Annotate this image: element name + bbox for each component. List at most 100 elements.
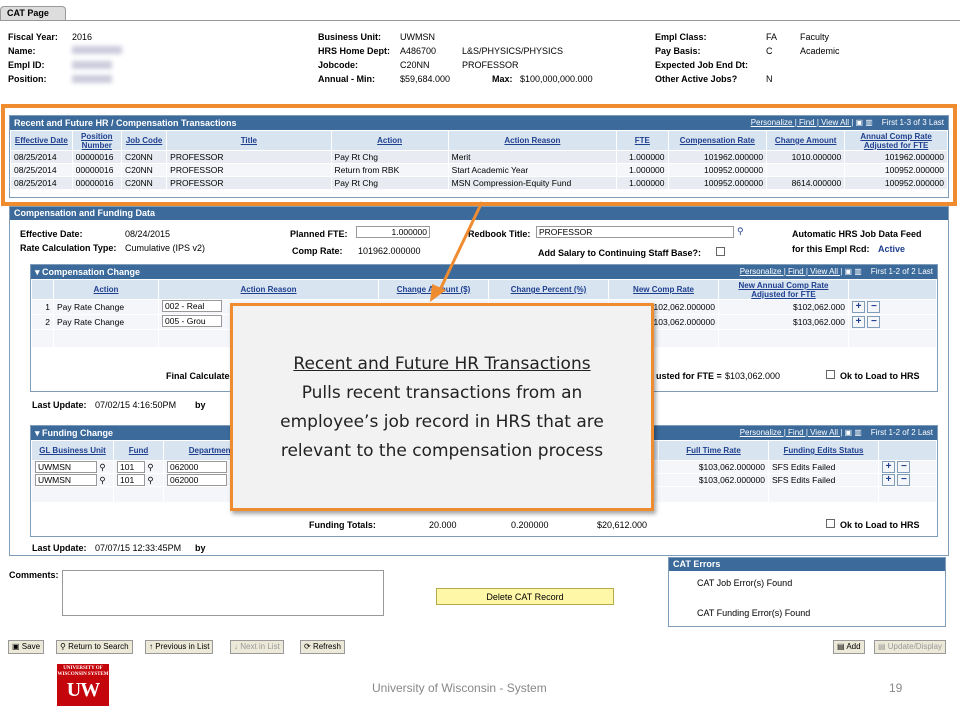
action-cell: Pay Rate Change bbox=[53, 314, 159, 330]
last-update-value: 07/07/15 12:33:45PM bbox=[95, 543, 182, 553]
add-row-icon[interactable]: + bbox=[852, 316, 865, 328]
search-icon[interactable]: ⚲ bbox=[147, 462, 153, 472]
ok-load-checkbox[interactable] bbox=[826, 369, 835, 380]
pay-basis-name: Academic bbox=[800, 46, 840, 56]
refresh-label: Refresh bbox=[312, 642, 341, 651]
add-remove-header bbox=[848, 279, 937, 300]
col-header[interactable]: New Annual Comp Rate Adjusted for FTE bbox=[718, 279, 849, 300]
funding-change-nav[interactable]: First 1-2 of 2 Last bbox=[871, 428, 933, 437]
refresh-button[interactable]: ⟳ Refresh bbox=[300, 640, 345, 654]
page-number: 19 bbox=[889, 681, 903, 695]
highlight-box bbox=[1, 104, 957, 206]
add-button[interactable]: ▤ Add bbox=[833, 640, 865, 654]
add-row-icon[interactable]: + bbox=[882, 461, 895, 473]
search-icon[interactable]: ⚲ bbox=[147, 475, 153, 485]
return-label: Return to Search bbox=[68, 642, 129, 651]
position-label: Position: bbox=[8, 74, 47, 84]
download-icon[interactable]: ▣ ▥ bbox=[845, 267, 862, 276]
funding-change-tools: Personalize | Find | View All | ▣ ▥ Firs… bbox=[740, 428, 933, 437]
callout-box: Recent and Future HR Transactions Pulls … bbox=[230, 303, 654, 511]
comp-rate-value: 101962.000000 bbox=[358, 246, 421, 256]
total-fte-value: 20.000 bbox=[429, 520, 457, 530]
department-input[interactable]: 062000 bbox=[167, 461, 227, 473]
chevron-down-icon[interactable]: ▾ bbox=[35, 428, 42, 439]
col-header[interactable]: Action bbox=[53, 279, 159, 300]
funding-totals-label: Funding Totals: bbox=[309, 520, 376, 530]
add-salary-checkbox[interactable] bbox=[716, 246, 725, 257]
redbook-input[interactable]: PROFESSOR bbox=[536, 226, 734, 238]
col-header[interactable]: GL Business Unit bbox=[31, 440, 114, 461]
fiscal-year-label: Fiscal Year: bbox=[8, 32, 58, 42]
col-header[interactable]: Fund bbox=[113, 440, 164, 461]
col-header[interactable]: Change Percent (%) bbox=[488, 279, 609, 300]
save-label: Save bbox=[21, 642, 41, 651]
ok-load-label: Ok to Load to HRS bbox=[840, 371, 920, 381]
add-row-icon[interactable]: + bbox=[852, 301, 865, 313]
comp-change-nav[interactable]: First 1-2 of 2 Last bbox=[871, 267, 933, 276]
remove-row-icon[interactable]: − bbox=[867, 301, 881, 313]
search-icon[interactable]: ⚲ bbox=[737, 226, 744, 237]
position-redacted bbox=[72, 75, 112, 83]
full-time-rate-cell: $103,062.000000 bbox=[658, 460, 769, 474]
fund-input[interactable]: 101 bbox=[117, 461, 145, 473]
search-icon: ⚲ bbox=[60, 642, 69, 651]
by-label: by bbox=[195, 400, 206, 410]
fund-input[interactable]: 101 bbox=[117, 474, 145, 486]
by-label: by bbox=[195, 543, 206, 553]
col-header[interactable]: New Comp Rate bbox=[608, 279, 719, 300]
col-header[interactable]: Full Time Rate bbox=[658, 440, 769, 461]
previous-in-list-button[interactable]: ↑ Previous in List bbox=[145, 640, 214, 654]
cat-errors-title: CAT Errors bbox=[669, 558, 945, 571]
jobcode-name: PROFESSOR bbox=[462, 60, 519, 70]
add-salary-label: Add Salary to Continuing Staff Base?: bbox=[538, 248, 702, 258]
row-number: 2 bbox=[31, 314, 54, 330]
planned-fte-input[interactable]: 1.000000 bbox=[356, 226, 430, 238]
col-header[interactable]: Action Reason bbox=[158, 279, 379, 300]
page-tab[interactable]: CAT Page bbox=[0, 6, 66, 20]
department-input[interactable]: 062000 bbox=[167, 474, 227, 486]
gl-bu-input[interactable]: UWMSN bbox=[35, 474, 97, 486]
remove-row-icon[interactable]: − bbox=[897, 474, 911, 486]
row-number-header bbox=[31, 279, 54, 300]
business-unit-value: UWMSN bbox=[400, 32, 435, 42]
update-icon: ▤ bbox=[878, 642, 888, 651]
remove-row-icon[interactable]: − bbox=[897, 461, 911, 473]
annual-min-value: $59,684.000 bbox=[400, 74, 451, 84]
funding-change-title: Funding Change bbox=[42, 428, 114, 438]
empl-id-redacted bbox=[72, 61, 112, 69]
gl-bu-input[interactable]: UWMSN bbox=[35, 461, 97, 473]
business-unit-label: Business Unit: bbox=[318, 32, 382, 42]
uw-logo: UNIVERSITY OF WISCONSIN SYSTEM UW bbox=[57, 664, 109, 706]
add-row-icon[interactable]: + bbox=[882, 474, 895, 486]
search-icon[interactable]: ⚲ bbox=[99, 462, 105, 472]
comp-change-tools: Personalize | Find | View All | ▣ ▥ Firs… bbox=[740, 267, 933, 276]
comments-textarea[interactable] bbox=[62, 570, 384, 616]
update-label: Update/Display bbox=[887, 642, 943, 651]
next-in-list-button[interactable]: ↓ Next in List bbox=[230, 640, 284, 654]
other-jobs-value: N bbox=[766, 74, 773, 84]
prev-label: Previous in List bbox=[155, 642, 210, 651]
action-reason-select[interactable]: 002 - Real bbox=[162, 300, 222, 312]
download-icon[interactable]: ▣ ▥ bbox=[845, 428, 862, 437]
tab-divider bbox=[0, 20, 960, 21]
col-header[interactable]: Funding Edits Status bbox=[768, 440, 879, 461]
comp-change-personalize-link[interactable]: Personalize | Find | View All | bbox=[740, 267, 843, 276]
action-reason-select[interactable]: 005 - Grou bbox=[162, 315, 222, 327]
home-dept-name: L&S/PHYSICS/PHYSICS bbox=[462, 46, 564, 56]
home-dept-code: A486700 bbox=[400, 46, 437, 56]
comp-rate-label: Comp Rate: bbox=[292, 246, 343, 256]
add-remove-header bbox=[878, 440, 937, 461]
callout-title: Recent and Future HR Transactions bbox=[293, 354, 591, 374]
ok-load-checkbox[interactable] bbox=[826, 518, 835, 529]
adjusted-label: usted for FTE = bbox=[656, 371, 722, 381]
update-display-button[interactable]: ▤ Update/Display bbox=[874, 640, 947, 654]
remove-row-icon[interactable]: − bbox=[867, 316, 881, 328]
full-time-rate-cell: $103,062.000000 bbox=[658, 473, 769, 487]
funding-change-personalize-link[interactable]: Personalize | Find | View All | bbox=[740, 428, 843, 437]
chevron-down-icon[interactable]: ▾ bbox=[35, 267, 42, 278]
return-to-search-button[interactable]: ⚲ Return to Search bbox=[56, 640, 133, 654]
save-button[interactable]: ▣ Save bbox=[8, 640, 45, 654]
search-icon[interactable]: ⚲ bbox=[99, 475, 105, 485]
delete-cat-record-button[interactable]: Delete CAT Record bbox=[436, 588, 614, 605]
last-update-label: Last Update: bbox=[32, 400, 87, 410]
